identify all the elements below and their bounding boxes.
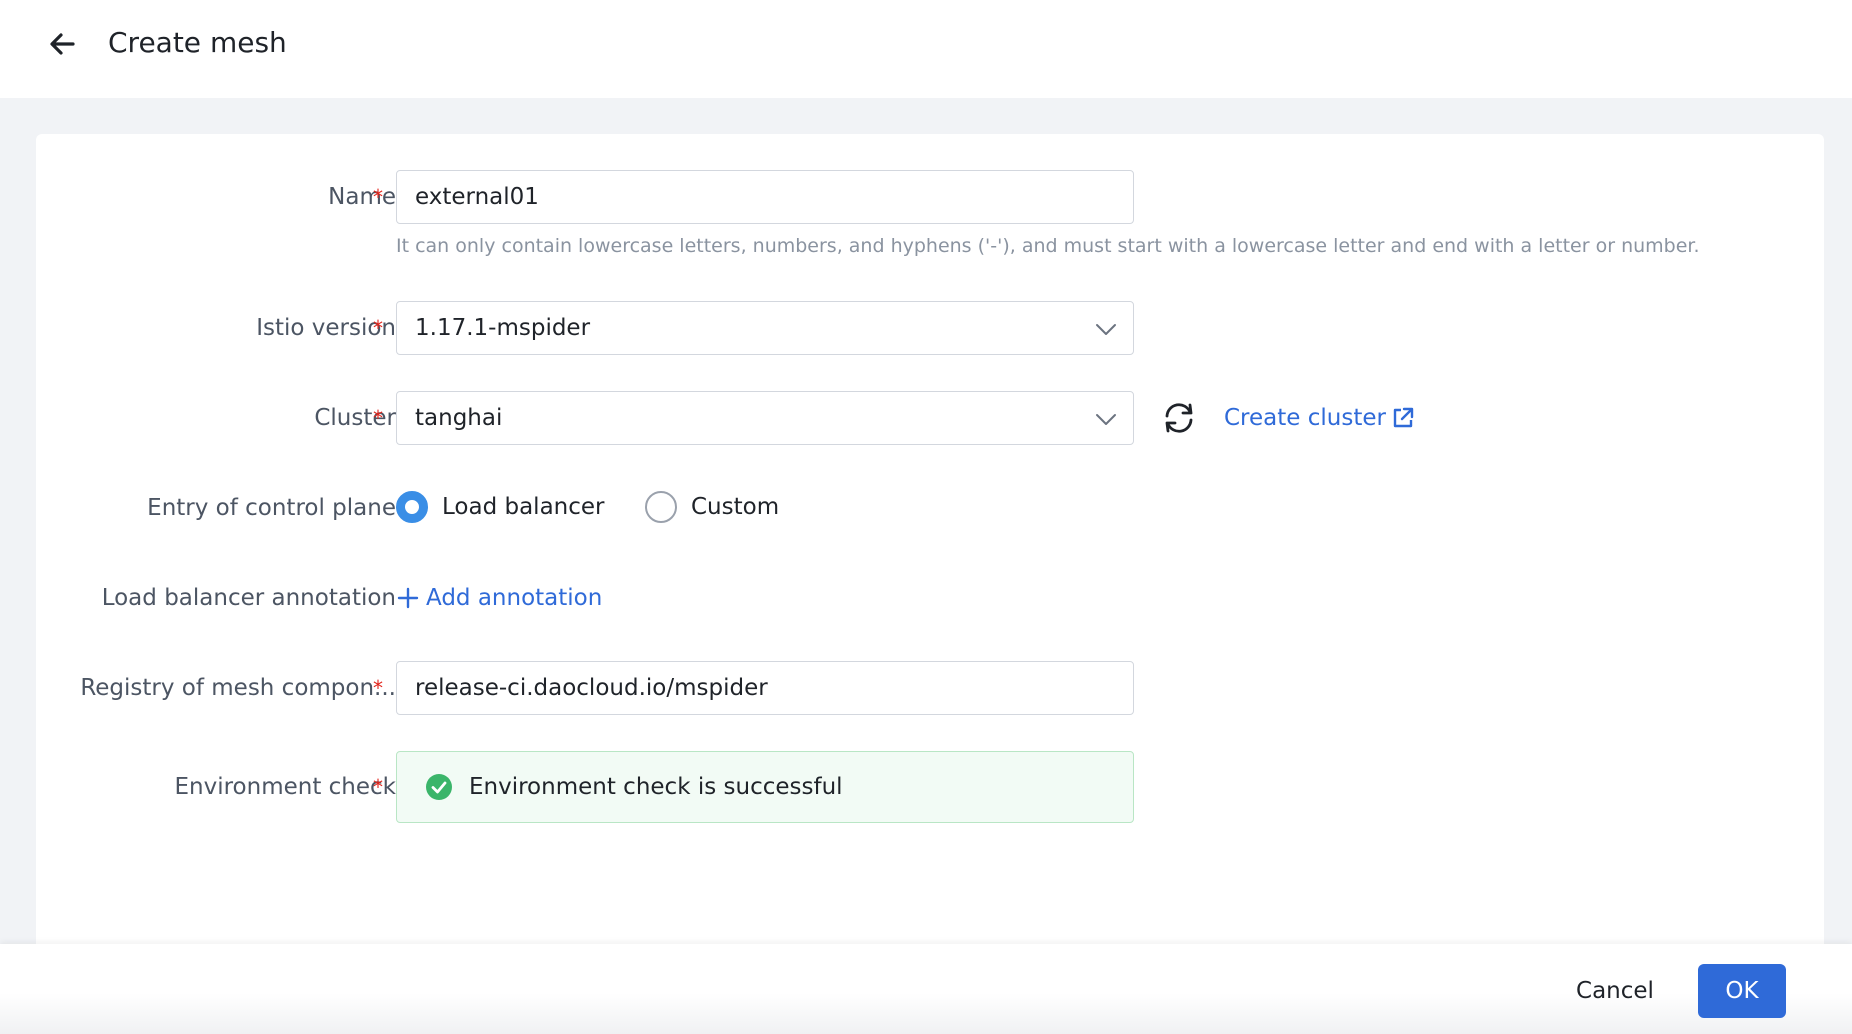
istio-version-select[interactable]: 1.17.1-mspider <box>396 301 1134 355</box>
external-link-icon <box>1393 407 1414 428</box>
cluster-select[interactable]: tanghai <box>396 391 1134 445</box>
create-cluster-link[interactable]: Create cluster <box>1224 402 1414 434</box>
env-check-status-box: Environment check is successful <box>396 751 1134 823</box>
radio-selected-icon <box>396 491 428 523</box>
add-annotation-link[interactable]: Add annotation <box>396 582 602 614</box>
env-check-status-text: Environment check is successful <box>469 774 843 800</box>
radio-custom[interactable]: Custom <box>645 491 779 523</box>
chevron-down-icon <box>1096 324 1116 335</box>
cancel-button[interactable]: Cancel <box>1560 966 1670 1016</box>
create-cluster-label: Create cluster <box>1224 405 1386 431</box>
cluster-value: tanghai <box>415 405 503 431</box>
env-check-label: Environment check <box>174 774 396 800</box>
page-title: Create mesh <box>108 26 287 59</box>
name-input[interactable] <box>396 170 1134 224</box>
required-mark: * <box>373 775 383 799</box>
chevron-down-icon <box>1096 414 1116 425</box>
name-label: Name <box>328 184 396 210</box>
required-mark: * <box>373 406 383 430</box>
footer-bar: Cancel OK <box>0 944 1852 1034</box>
back-button[interactable] <box>44 26 80 62</box>
required-mark: * <box>373 676 383 700</box>
entry-label: Entry of control plane <box>147 495 396 521</box>
required-mark: * <box>373 185 383 209</box>
refresh-button[interactable] <box>1160 399 1198 437</box>
arrow-left-icon <box>50 33 75 55</box>
radio-load-balancer[interactable]: Load balancer <box>396 491 605 523</box>
radio-unselected-icon <box>645 491 677 523</box>
form-card: Name * It can only contain lowercase let… <box>36 134 1824 1034</box>
lb-annotation-label: Load balancer annotation <box>101 585 396 611</box>
registry-input[interactable] <box>396 661 1134 715</box>
radio-custom-label: Custom <box>691 494 780 520</box>
top-bar: Create mesh <box>0 0 1852 98</box>
plus-icon <box>397 587 419 609</box>
registry-label: Registry of mesh compon... <box>80 675 396 701</box>
istio-version-value: 1.17.1-mspider <box>415 315 591 341</box>
required-mark: * <box>373 316 383 340</box>
refresh-icon <box>1165 403 1193 433</box>
ok-button[interactable]: OK <box>1698 964 1786 1018</box>
radio-load-balancer-label: Load balancer <box>442 494 605 520</box>
registry-input-text[interactable] <box>415 675 1115 701</box>
name-hint: It can only contain lowercase letters, n… <box>396 235 1700 257</box>
name-input-text[interactable] <box>415 184 1115 210</box>
add-annotation-label: Add annotation <box>426 585 603 611</box>
check-circle-icon <box>426 774 452 800</box>
